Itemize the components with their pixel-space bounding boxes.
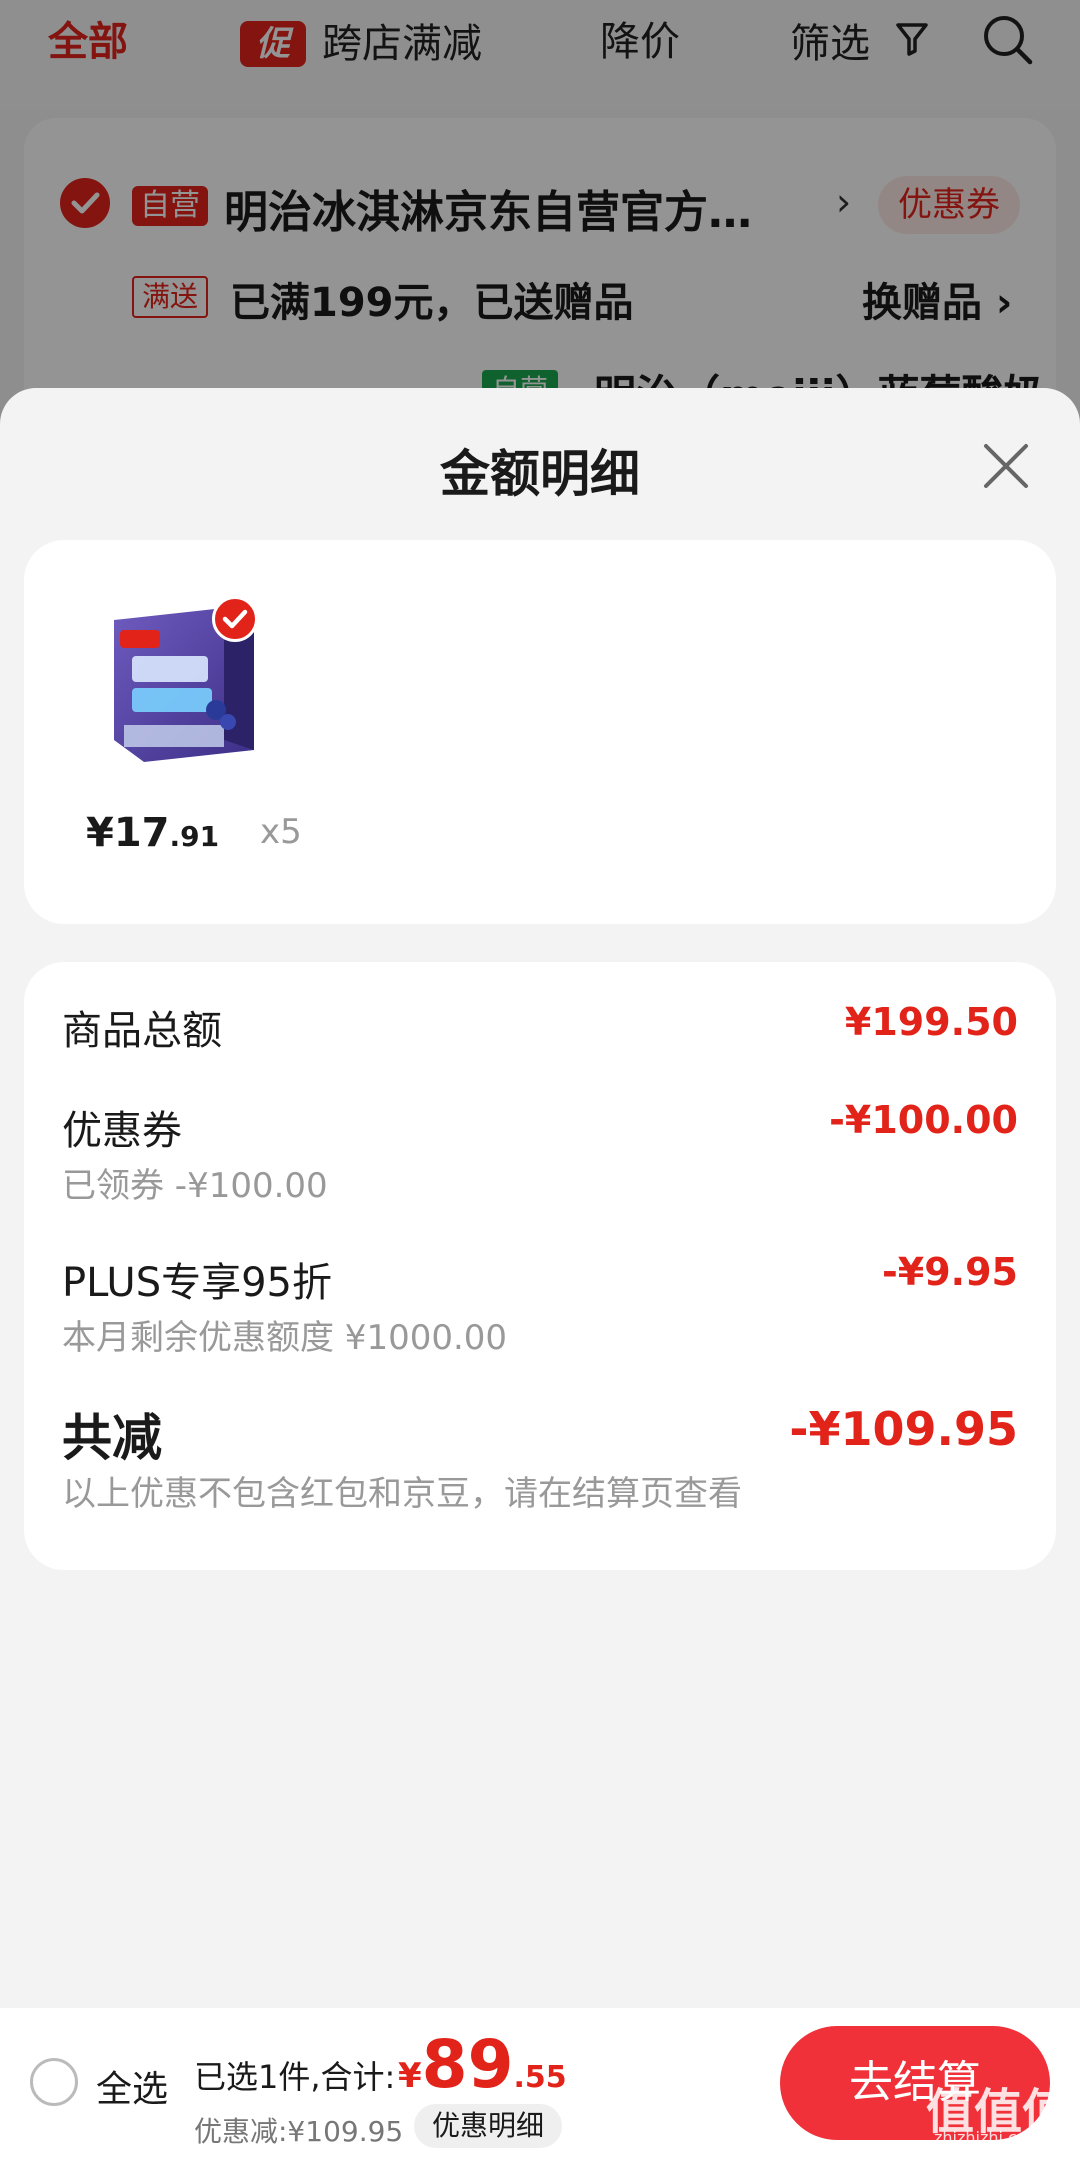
selected-count-text: 已选1件,合计:	[194, 2058, 396, 2096]
product-price-int: ¥17	[86, 810, 170, 856]
select-all-checkbox[interactable]	[30, 2058, 78, 2106]
coupon-sub: 已领券 -¥100.00	[62, 1166, 328, 1206]
amount-detail-sheet: 金额明细 ¥17.91 x5 商品总额 ¥199.50 优惠券 -¥100.00…	[0, 388, 1080, 2158]
amount-summary-card: 商品总额 ¥199.50 优惠券 -¥100.00 已领券 -¥100.00 P…	[24, 962, 1056, 1570]
total-price: ¥89.55	[398, 2026, 567, 2103]
sheet-title: 金额明细	[440, 445, 640, 503]
close-icon[interactable]	[978, 438, 1034, 494]
goods-total-value: ¥199.50	[844, 1000, 1018, 1044]
total-price-currency: ¥	[398, 2056, 422, 2096]
total-discount-label: 共减	[62, 1409, 162, 1467]
coupon-label: 优惠券	[62, 1108, 182, 1154]
coupon-value: -¥100.00	[829, 1098, 1018, 1142]
product-card: ¥17.91 x5	[24, 540, 1056, 924]
total-discount-value: -¥109.95	[789, 1402, 1018, 1456]
total-price-int: 89	[421, 2026, 514, 2103]
plus-discount-label: PLUS专享95折	[62, 1260, 332, 1306]
plus-discount-sub: 本月剩余优惠额度 ¥1000.00	[62, 1318, 508, 1358]
watermark-url: zhizhizhi.com	[934, 2128, 1043, 2147]
total-discount-note: 以上优惠不包含红包和京豆，请在结算页查看	[62, 1474, 742, 1514]
discount-text: 优惠减:¥109.95	[194, 2115, 404, 2148]
product-quantity: x5	[260, 812, 302, 852]
discount-detail-button[interactable]: 优惠明细	[414, 2104, 563, 2148]
product-price-dec: .91	[169, 820, 220, 853]
product-selected-check	[212, 596, 258, 642]
checkout-bar: 全选 已选1件,合计: ¥89.55 优惠减:¥109.95 优惠明细 去结算	[0, 2008, 1080, 2158]
select-all-label[interactable]: 全选	[96, 2060, 168, 2112]
product-price: ¥17.91	[86, 810, 219, 856]
plus-discount-value: -¥9.95	[882, 1250, 1018, 1294]
total-price-dec: .55	[513, 2060, 567, 2095]
goods-total-label: 商品总额	[62, 1008, 222, 1054]
